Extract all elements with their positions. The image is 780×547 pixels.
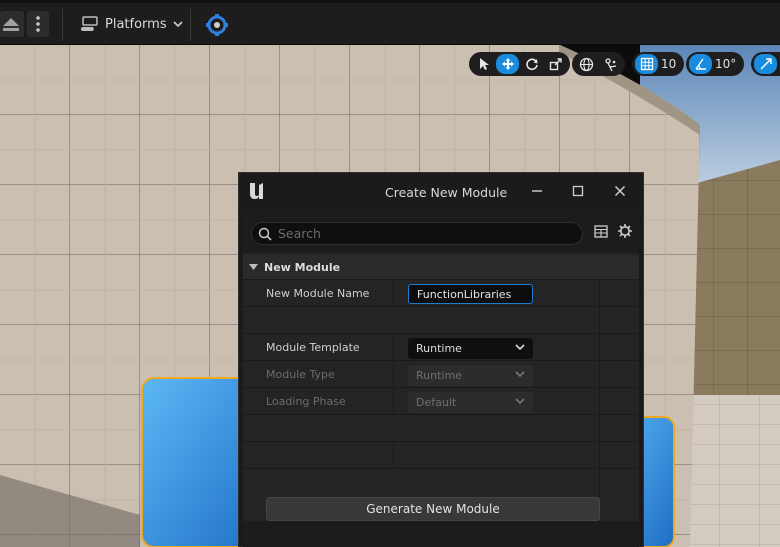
settings-gear-icon[interactable] (617, 223, 633, 239)
scale-snap-tools (751, 52, 780, 76)
platforms-icon (81, 16, 98, 31)
search-icon (258, 227, 272, 241)
module-template-value: Runtime (416, 342, 462, 355)
angle-snap-button[interactable] (689, 54, 712, 74)
grid-snap-button[interactable] (635, 54, 658, 74)
dialog-title: Create New Module (385, 185, 508, 200)
module-type-label: Module Type (266, 368, 335, 381)
property-row-module-type: Module Type Runtime (243, 360, 639, 387)
create-module-dialog: Create New Module Search New Module New (238, 172, 644, 547)
blueprint-icon (206, 14, 228, 36)
coordinate-tools (572, 52, 625, 76)
translate-tool-button[interactable] (496, 54, 519, 74)
select-tool-button[interactable] (472, 54, 495, 74)
dialog-footer (243, 521, 639, 547)
surface-snap-button[interactable] (599, 54, 622, 74)
table-view-icon[interactable] (594, 225, 608, 238)
module-name-label: New Module Name (266, 287, 370, 300)
property-row-empty (243, 441, 639, 468)
rotation-snap-value[interactable]: 10° (713, 54, 741, 74)
grid-snap-value[interactable]: 10 (659, 54, 681, 74)
chevron-down-icon (173, 21, 183, 28)
property-row-empty (243, 414, 639, 441)
scale-tool-icon (549, 58, 562, 71)
more-options-button[interactable] (27, 11, 49, 37)
platforms-button[interactable]: Platforms (71, 11, 191, 37)
grid-snap-tools: 10 (632, 52, 685, 76)
rotate-tool-icon (525, 58, 538, 71)
property-row-empty (243, 306, 639, 333)
loading-phase-label: Loading Phase (266, 395, 346, 408)
caret-down-icon (249, 263, 258, 270)
search-input[interactable]: Search (251, 222, 583, 245)
property-row-module-name: New Module Name FunctionLibraries (243, 279, 639, 306)
angle-snap-icon (694, 58, 706, 70)
world-space-icon (579, 57, 594, 71)
blueprint-button[interactable] (205, 13, 229, 37)
minimize-icon (532, 190, 542, 192)
details-panel: Search New Module New Module Name Functi… (243, 209, 639, 547)
chevron-down-icon (515, 371, 525, 378)
toolbar-separator (190, 9, 191, 41)
platforms-label: Platforms (105, 16, 167, 32)
search-placeholder: Search (278, 226, 321, 241)
world-space-button[interactable] (575, 54, 598, 74)
loading-phase-value: Default (416, 396, 457, 409)
loading-phase-dropdown: Default (408, 392, 533, 413)
scale-tool-button[interactable] (544, 54, 567, 74)
unreal-logo-icon (250, 183, 263, 199)
section-header-new-module[interactable]: New Module (243, 255, 639, 279)
grid-snap-icon (640, 57, 653, 71)
module-type-value: Runtime (416, 369, 462, 382)
module-template-label: Module Template (266, 341, 360, 354)
toolbar-separator (62, 9, 63, 41)
translate-tool-icon (501, 58, 514, 70)
search-row: Search (243, 209, 639, 253)
scale-snap-button[interactable] (754, 54, 777, 74)
maximize-icon (572, 185, 584, 197)
select-tool-icon (479, 58, 489, 70)
chevron-down-icon (515, 344, 525, 351)
chevron-down-icon (515, 398, 525, 405)
property-row-loading-phase: Loading Phase Default (243, 387, 639, 414)
module-name-input[interactable]: FunctionLibraries (408, 284, 533, 304)
eject-icon (3, 18, 19, 31)
dialog-title-bar[interactable]: Create New Module (239, 173, 643, 209)
eject-button[interactable] (0, 11, 24, 37)
close-icon (614, 185, 626, 197)
generate-module-button[interactable]: Generate New Module (266, 497, 600, 521)
rotation-snap-tools: 10° (686, 52, 745, 76)
scale-snap-icon (759, 58, 772, 70)
property-row-module-template: Module Template Runtime (243, 333, 639, 360)
minimize-button[interactable] (526, 181, 548, 201)
main-toolbar: Platforms (0, 0, 780, 45)
surface-snap-icon (605, 57, 617, 71)
property-row-empty (243, 468, 639, 497)
close-button[interactable] (609, 181, 631, 201)
maximize-button[interactable] (567, 181, 589, 201)
transform-tools (469, 52, 570, 76)
rotate-tool-button[interactable] (520, 54, 543, 74)
module-template-dropdown[interactable]: Runtime (408, 338, 533, 359)
section-title: New Module (264, 260, 341, 274)
more-options-icon (36, 16, 40, 32)
module-type-dropdown: Runtime (408, 365, 533, 386)
